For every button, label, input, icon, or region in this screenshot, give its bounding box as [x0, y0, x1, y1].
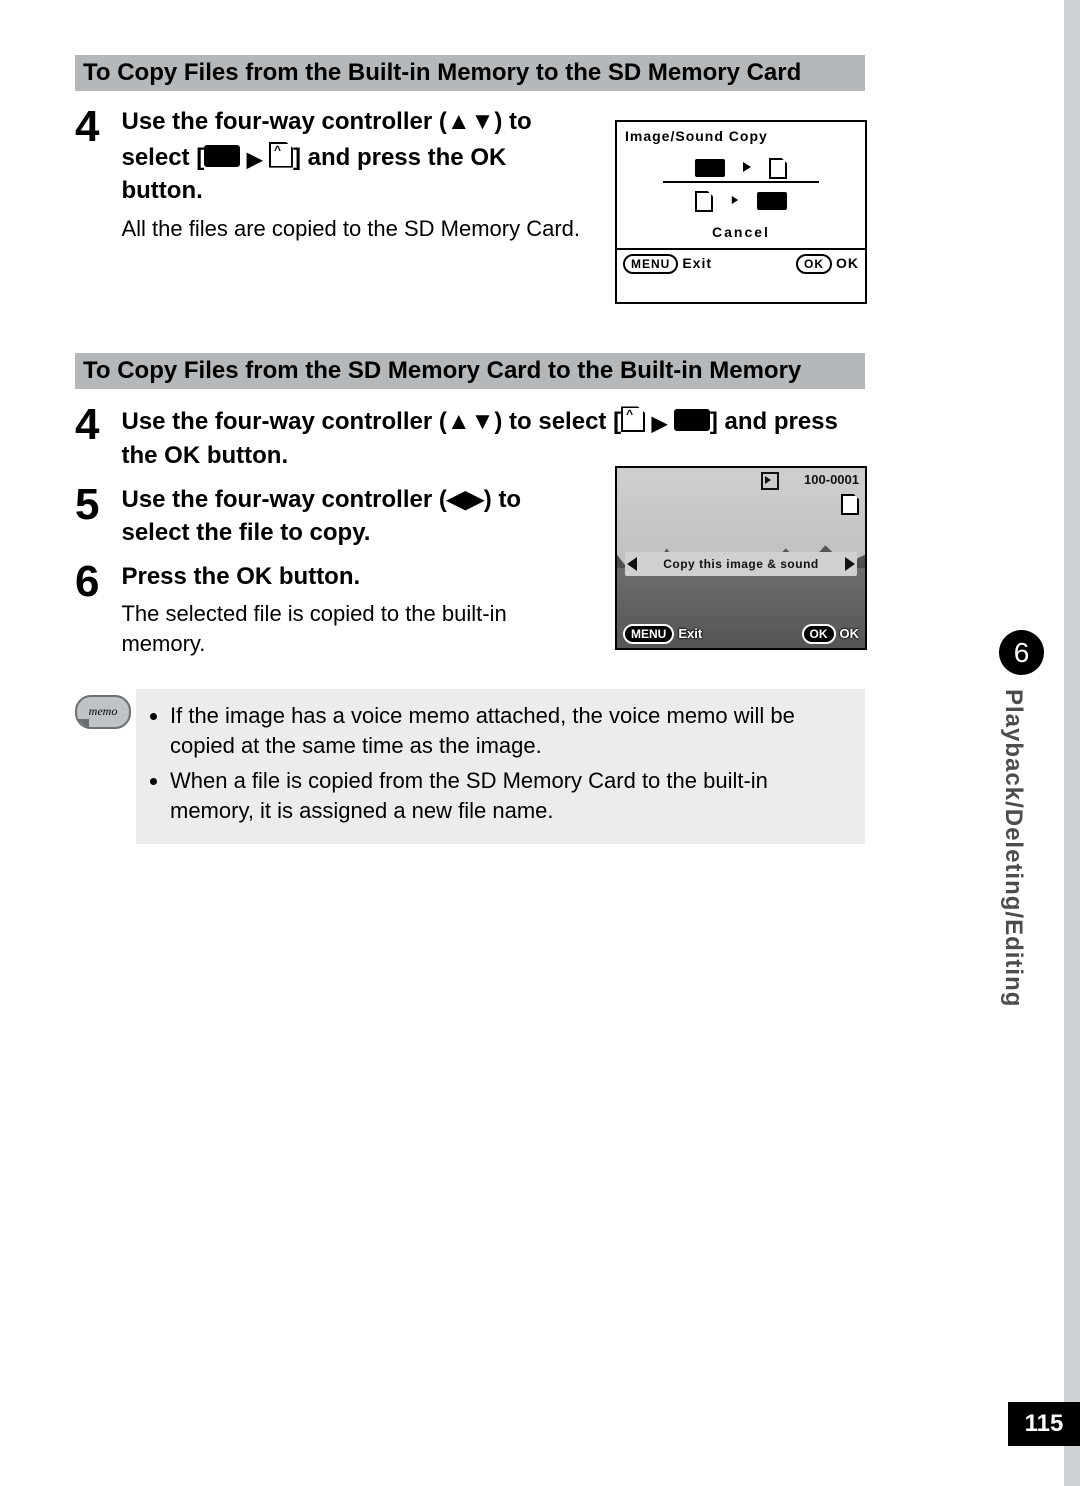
lcd-cancel: Cancel — [617, 224, 865, 240]
step-title: Use the four-way controller (▲▼) to sele… — [121, 105, 561, 208]
lcd-copy-band: Copy this image & sound — [625, 552, 857, 576]
sd-card-icon — [269, 142, 293, 168]
lcd-option-row — [617, 152, 865, 183]
internal-memory-icon — [674, 409, 710, 431]
memo-block: memo If the image has a voice memo attac… — [75, 689, 865, 844]
play-icon — [761, 472, 779, 490]
step-number: 5 — [75, 483, 99, 527]
arrow-right-icon: ▶ — [652, 410, 667, 438]
sd-card-icon — [695, 191, 713, 212]
memo-icon: memo — [75, 689, 130, 739]
section-heading-1: To Copy Files from the Built-in Memory t… — [75, 55, 865, 91]
chapter-title: Playback/Deleting/Editing — [999, 689, 1027, 1007]
arrow-right-icon: ▶ — [247, 146, 262, 174]
lcd-ok: OKOK — [796, 254, 859, 274]
lcd-title: Image/Sound Copy — [617, 122, 865, 146]
internal-memory-icon — [695, 159, 725, 177]
step-number: 4 — [75, 403, 99, 447]
chapter-number: 6 — [999, 630, 1044, 675]
memo-content: If the image has a voice memo attached, … — [136, 689, 865, 844]
lcd-menu-exit: MENUExit — [623, 254, 712, 274]
internal-memory-icon — [757, 192, 787, 210]
step-title: Use the four-way controller (▲▼) to sele… — [121, 403, 865, 472]
arrow-left-icon — [627, 557, 637, 571]
section-heading-2: To Copy Files from the SD Memory Card to… — [75, 353, 865, 389]
internal-memory-icon — [204, 145, 240, 167]
lcd-copy-image: 100-0001 Copy this image & sound MENUExi… — [615, 466, 867, 650]
sd-card-icon — [621, 406, 645, 432]
memo-item: When a file is copied from the SD Memory… — [170, 766, 851, 825]
arrow-right-icon — [743, 162, 751, 172]
step-number: 4 — [75, 105, 99, 149]
sidebar-stripe — [1064, 0, 1080, 1486]
lcd-option-row — [617, 189, 865, 210]
arrow-right-icon — [845, 557, 855, 571]
step-number: 6 — [75, 560, 99, 604]
step-title: Use the four-way controller (◀▶) to sele… — [121, 483, 561, 550]
memo-item: If the image has a voice memo attached, … — [170, 701, 851, 760]
arrow-right-icon — [732, 196, 738, 204]
lcd-menu-exit: MENUExit — [623, 624, 702, 644]
lcd-image-sound-copy: Image/Sound Copy Cancel MENUExit OKOK — [615, 120, 867, 304]
page-number: 115 — [1008, 1402, 1080, 1446]
chapter-tab: 6 Playback/Deleting/Editing — [999, 630, 1044, 1007]
sd-card-icon — [841, 494, 859, 515]
lcd-ok: OKOK — [802, 624, 860, 644]
step-description: The selected file is copied to the built… — [121, 599, 561, 658]
step-4b: 4 Use the four-way controller (▲▼) to se… — [75, 403, 865, 472]
file-number: 100-0001 — [804, 472, 859, 487]
sd-card-icon — [769, 158, 787, 179]
